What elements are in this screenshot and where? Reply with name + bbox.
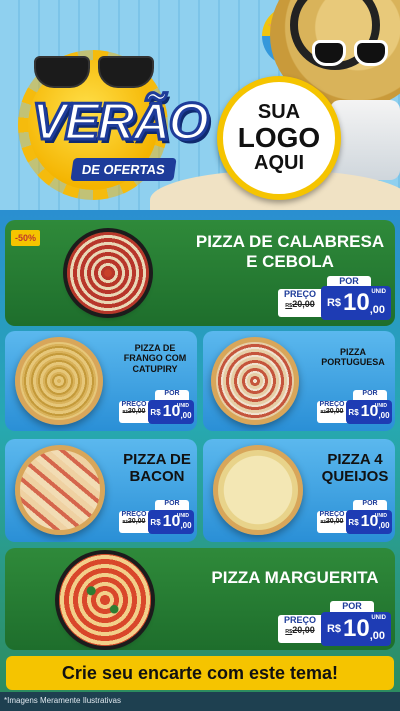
cta-banner[interactable]: Crie seu encarte com este tema! [6,656,394,690]
product-card-4-queijos: PIZZA 4 QUEIJOS POR PREÇO R$20,00 R$ 10 ,… [203,439,395,542]
product-name: PIZZA DE BACON [123,451,191,486]
product-name: PIZZA DE FRANGO COM CATUPIRY [123,343,187,374]
sun-sunglasses-icon [28,56,158,90]
product-name: PIZZA PORTUGUESA [321,347,385,368]
pizza-image [67,232,149,314]
current-price: R$ 10 ,00 UNID [321,612,391,646]
current-price: R$ 10 ,00 UNID [148,510,194,534]
product-card-bacon: PIZZA DE BACON POR PREÇO R$20,00 R$ 10 ,0… [5,439,197,542]
current-price: R$ 10 ,00 UNID [321,286,391,320]
pizza-image [15,337,103,425]
old-price: PREÇO R$20,00 [317,511,347,533]
product-card-marguerita: PIZZA MARGUERITA POR PREÇO R$20,00 R$ 10… [5,548,395,650]
pizza-image [211,337,299,425]
pizza-image [15,445,105,535]
product-card-frango: PIZZA DE FRANGO COM CATUPIRY POR PREÇO R$2… [5,331,197,431]
product-name: PIZZA DE CALABRESA E CEBOLA [195,232,385,271]
product-name: PIZZA MARGUERITA [211,568,379,587]
product-card-portuguesa: PIZZA PORTUGUESA POR PREÇO R$20,00 R$ 10 … [203,331,395,431]
campaign-title: VERÃO [31,92,211,153]
pizza-image [213,445,303,535]
old-price: PREÇO R$20,00 [119,511,149,533]
header-banner: ★ VERÃO DE OFERTAS SUA LOGO AQUI [0,0,400,210]
sunglasses-icon [312,40,392,70]
campaign-subtitle: DE OFERTAS [70,158,177,181]
product-card-calabresa: -50% PIZZA DE CALABRESA E CEBOLA POR PREÇ… [5,220,395,326]
old-price: PREÇO R$20,00 [278,289,322,317]
product-name: PIZZA 4 QUEIJOS [321,451,389,486]
pizza-image [59,554,151,646]
current-price: R$ 10 ,00 UNID [148,400,194,424]
old-price: PREÇO R$20,00 [278,615,322,643]
disclaimer-note: *Imagens Meramente Ilustrativas [4,696,121,705]
current-price: R$ 10 ,00 UNID [346,510,392,534]
discount-badge: -50% [11,230,41,246]
old-price: PREÇO R$20,00 [119,401,149,423]
logo-placeholder: SUA LOGO AQUI [217,76,341,200]
current-price: R$ 10 ,00 UNID [346,400,392,424]
old-price: PREÇO R$20,00 [317,401,347,423]
